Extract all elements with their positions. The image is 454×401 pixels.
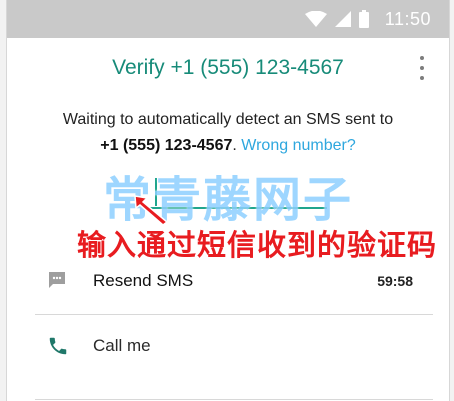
message-icon (49, 272, 65, 288)
watermark-text: 常青藤网子 (102, 174, 353, 227)
status-time: 11:50 (384, 8, 431, 29)
wifi-icon (304, 11, 327, 27)
battery-icon (358, 10, 369, 28)
overflow-menu-icon[interactable] (413, 54, 431, 82)
phone-number: +1 (555) 123-4567 (100, 137, 233, 154)
call-me-button[interactable]: Call me (7, 318, 449, 374)
resend-timer: 59:58 (377, 273, 413, 289)
wrong-number-link[interactable]: Wrong number? (241, 137, 355, 154)
punctuation: . (232, 137, 237, 154)
signal-icon (334, 11, 351, 27)
call-me-label: Call me (93, 336, 151, 355)
arrow-icon (134, 195, 169, 226)
app-screen: 11:50 Verify +1 (555) 123-4567 Waiting t… (6, 0, 450, 401)
instruction-line: Waiting to automatically detect an SMS s… (62, 111, 394, 128)
instruction-line-2: +1 (555) 123-4567. Wrong number? (7, 133, 449, 159)
app-bar: Verify +1 (555) 123-4567 (7, 40, 449, 96)
status-icons: 11:50 (304, 8, 431, 30)
resend-sms-label: Resend SMS (93, 271, 194, 290)
resend-sms-button[interactable]: Resend SMS 59:58 (7, 253, 449, 309)
divider (35, 399, 433, 400)
status-bar: 11:50 (7, 0, 449, 38)
instruction-text: Waiting to automatically detect an SMS s… (7, 107, 449, 159)
phone-icon (49, 337, 67, 355)
divider (35, 314, 433, 315)
page-title: Verify +1 (555) 123-4567 (112, 56, 344, 79)
